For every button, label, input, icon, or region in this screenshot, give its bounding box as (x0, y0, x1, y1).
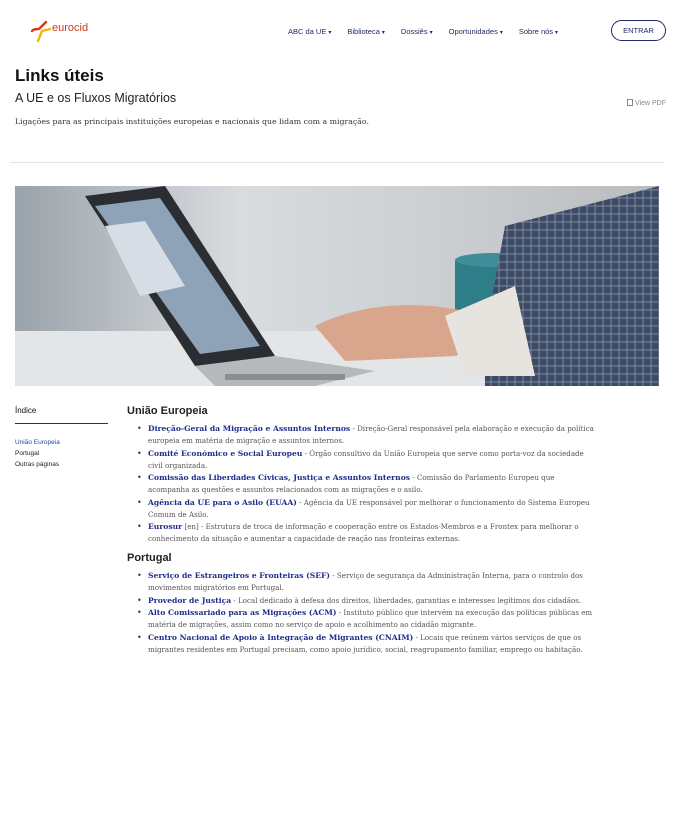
link-cnaim[interactable]: Centro Nacional de Apoio à Integração de… (148, 633, 413, 642)
logo-text: eurocid (52, 22, 89, 34)
link-description: - Local dedicado à defesa dos direitos, … (231, 595, 582, 605)
toc-list: União Europeia Portugal Outras páginas (15, 437, 60, 470)
view-pdf-link[interactable]: View PDF (627, 99, 666, 107)
link-euaa[interactable]: Agência da UE para o Asilo (EUAA) (148, 498, 297, 507)
caret-down-icon: ▾ (555, 30, 559, 36)
language-tag: [en] (182, 522, 199, 531)
section-title: Portugal (127, 552, 172, 564)
link-dg-migracao[interactable]: Direção-Geral da Migração e Assuntos Int… (148, 424, 350, 433)
hero-image (15, 186, 659, 386)
link-cese[interactable]: Comité Económico e Social Europeu (148, 449, 302, 458)
laptop-photo (15, 186, 659, 386)
caret-down-icon: ▾ (429, 30, 433, 36)
nav-item-label: Sobre nós (518, 27, 554, 36)
list-item: Eurosur [en] - Estrutura de troca de inf… (137, 521, 597, 545)
nav-item-label: Oportunidades (448, 27, 498, 36)
toc-item-outras-paginas[interactable]: Outras páginas (15, 459, 60, 470)
page-title: Links úteis (15, 66, 104, 85)
list-item: Centro Nacional de Apoio à Integração de… (137, 632, 597, 656)
list-item: Comissão das Liberdades Cívicas, Justiça… (137, 472, 597, 496)
list-item: Direção-Geral da Migração e Assuntos Int… (137, 423, 597, 447)
section-title: União Europeia (127, 405, 208, 417)
page-subtitle: A UE e os Fluxos Migratórios (15, 91, 177, 105)
view-pdf-label: View PDF (635, 100, 666, 107)
list-item: Comité Económico e Social Europeu - Órgã… (137, 448, 597, 472)
caret-down-icon: ▾ (328, 30, 332, 36)
toc-item-uniao-europeia[interactable]: União Europeia (15, 437, 60, 448)
site-header: eurocid ABC da UE ▾ Biblioteca ▾ Dossiês ▾ … (0, 0, 674, 62)
nav-item-oportunidades[interactable]: Oportunidades ▾ (449, 27, 503, 36)
login-button[interactable]: ENTRAR (611, 20, 666, 41)
page-description: Ligações para as principais instituições… (15, 117, 369, 126)
nav-item-label: ABC da UE (288, 27, 327, 36)
list-item: Serviço de Estrangeiros e Fronteiras (SE… (137, 570, 597, 594)
nav-item-biblioteca[interactable]: Biblioteca ▾ (347, 27, 385, 36)
link-list: Serviço de Estrangeiros e Fronteiras (SE… (127, 570, 597, 656)
nav-item-sobre-nos[interactable]: Sobre nós ▾ (519, 27, 558, 36)
section-uniao-europeia: União Europeia Direção-Geral da Migração… (127, 405, 597, 545)
caret-down-icon: ▾ (381, 30, 385, 36)
link-list: Direção-Geral da Migração e Assuntos Int… (127, 423, 597, 545)
link-eurosur[interactable]: Eurosur (148, 522, 182, 531)
link-acm[interactable]: Alto Comissariado para as Migrações (ACM… (148, 608, 336, 617)
toc-item-portugal[interactable]: Portugal (15, 448, 60, 459)
main-nav: ABC da UE ▾ Biblioteca ▾ Dossiês ▾ Oportuni… (288, 27, 574, 36)
divider (10, 162, 664, 163)
nav-item-label: Biblioteca (347, 27, 380, 36)
section-portugal: Portugal Serviço de Estrangeiros e Front… (127, 552, 597, 656)
link-provedor-justica[interactable]: Provedor de Justiça (148, 596, 231, 605)
list-item: Alto Comissariado para as Migrações (ACM… (137, 607, 597, 631)
nav-item-label: Dossiês (400, 27, 428, 36)
link-sef[interactable]: Serviço de Estrangeiros e Fronteiras (SE… (148, 571, 330, 580)
toc-title: Índice (15, 406, 37, 415)
nav-item-abc-da-ue[interactable]: ABC da UE ▾ (288, 27, 331, 36)
pdf-icon (627, 99, 633, 106)
link-description: - Estrutura de troca de informação e coo… (148, 522, 579, 543)
list-item: Agência da UE para o Asilo (EUAA) - Agên… (137, 497, 597, 521)
nav-item-dossies[interactable]: Dossiês ▾ (401, 27, 433, 36)
main-content: União Europeia Direção-Geral da Migração… (127, 405, 597, 656)
toc-divider (15, 423, 108, 424)
link-libe[interactable]: Comissão das Liberdades Cívicas, Justiça… (148, 473, 410, 482)
eurocid-logo[interactable]: eurocid (28, 17, 118, 51)
caret-down-icon: ▾ (499, 30, 503, 36)
list-item: Provedor de Justiça - Local dedicado à d… (137, 595, 597, 607)
